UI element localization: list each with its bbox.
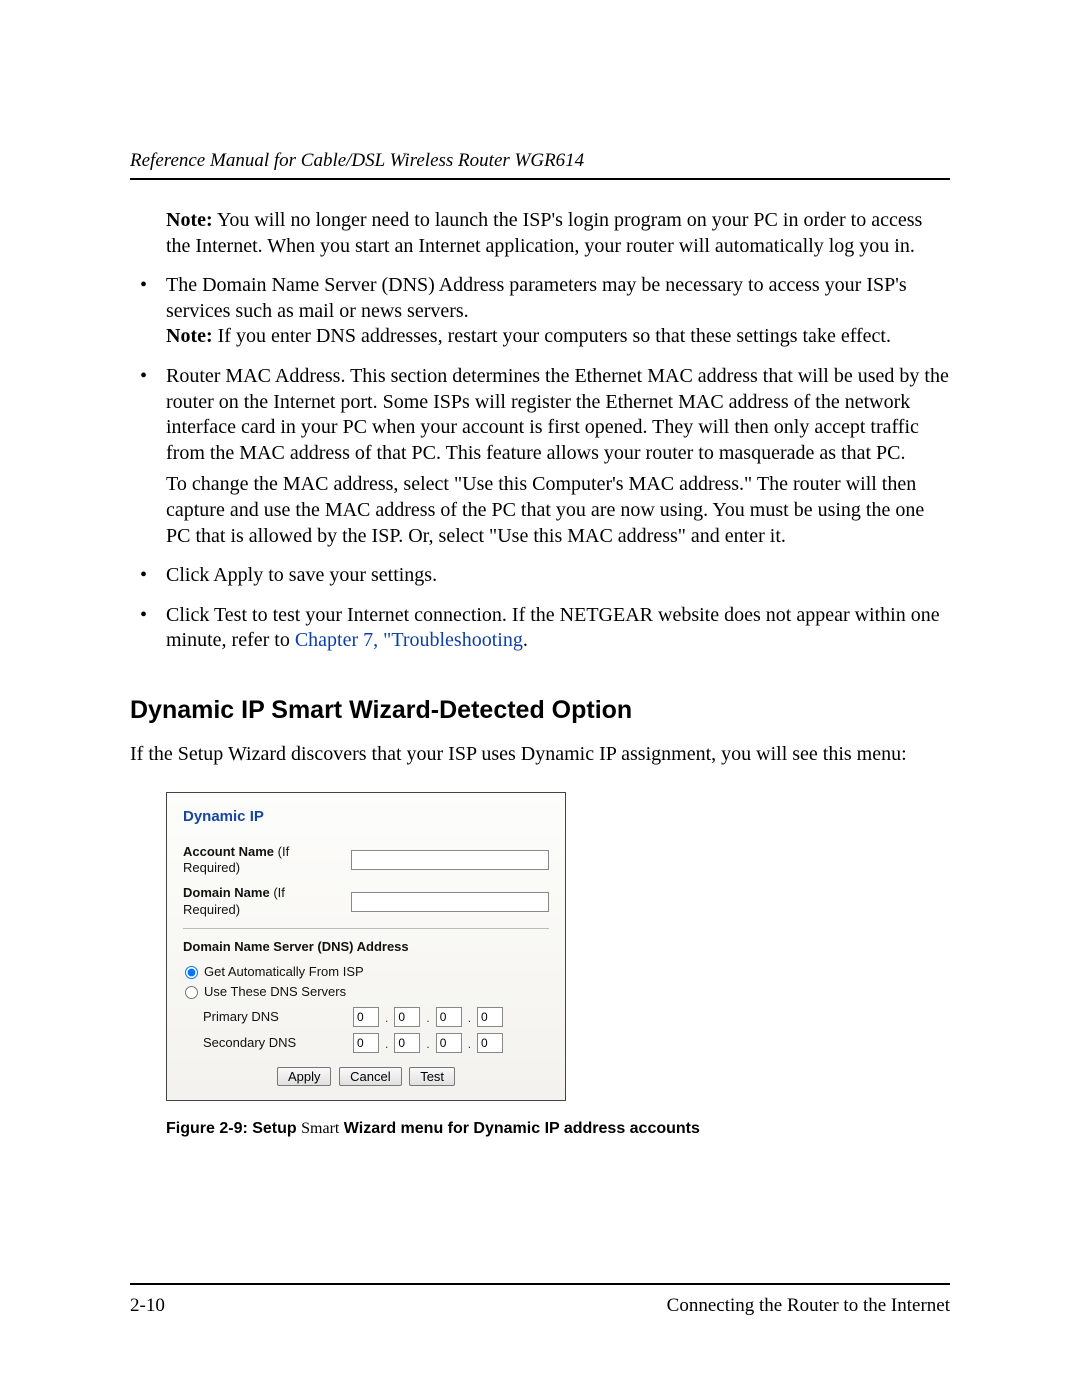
dns-manual-radio[interactable]: [185, 986, 198, 999]
caption-mid: Smart: [301, 1120, 339, 1137]
primary-dns-octet-2[interactable]: [394, 1007, 420, 1027]
list-item: The Domain Name Server (DNS) Address par…: [130, 273, 950, 350]
primary-dns-octet-1[interactable]: [353, 1007, 379, 1027]
dns-manual-row[interactable]: Use These DNS Servers: [185, 984, 549, 1001]
domain-name-input[interactable]: [351, 892, 549, 912]
dns-auto-row[interactable]: Get Automatically From ISP: [185, 964, 549, 981]
bullet-list: The Domain Name Server (DNS) Address par…: [130, 273, 950, 654]
panel-title: Dynamic IP: [183, 807, 549, 826]
chapter-title: Connecting the Router to the Internet: [667, 1295, 950, 1317]
dot-icon: .: [426, 1037, 429, 1053]
section-heading: Dynamic IP Smart Wizard-Detected Option: [130, 694, 950, 726]
list-text: Click Test to test your Internet connect…: [166, 604, 940, 652]
note-paragraph: Note: You will no longer need to launch …: [130, 208, 950, 259]
apply-button[interactable]: Apply: [277, 1067, 332, 1086]
dns-heading: Domain Name Server (DNS) Address: [183, 939, 549, 956]
primary-dns-label: Primary DNS: [203, 1009, 353, 1026]
running-header: Reference Manual for Cable/DSL Wireless …: [130, 150, 950, 172]
footer-rule: [130, 1283, 950, 1285]
note-text: You will no longer need to launch the IS…: [166, 209, 922, 257]
caption-suffix: Wizard menu for Dynamic IP address accou…: [339, 1120, 700, 1137]
list-text: .: [523, 629, 528, 651]
secondary-dns-label: Secondary DNS: [203, 1035, 353, 1052]
body-content: Note: You will no longer need to launch …: [130, 208, 950, 1140]
note-text: If you enter DNS addresses, restart your…: [213, 325, 891, 347]
list-item: Click Apply to save your settings.: [130, 563, 950, 589]
note-label: Note:: [166, 209, 213, 231]
figure-caption: Figure 2-9: Setup Smart Wizard menu for …: [166, 1119, 950, 1139]
troubleshooting-link[interactable]: Chapter 7, "Troubleshooting: [295, 629, 523, 651]
panel-buttons: Apply Cancel Test: [183, 1067, 549, 1086]
list-item: Router MAC Address. This section determi…: [130, 364, 950, 549]
secondary-dns-octet-3[interactable]: [436, 1033, 462, 1053]
dot-icon: .: [468, 1011, 471, 1027]
dns-auto-label: Get Automatically From ISP: [204, 964, 364, 981]
secondary-dns-octet-1[interactable]: [353, 1033, 379, 1053]
dot-icon: .: [468, 1037, 471, 1053]
figure-wrapper: Dynamic IP Account Name (If Required) Do…: [166, 792, 950, 1140]
test-button[interactable]: Test: [409, 1067, 455, 1086]
dot-icon: .: [385, 1037, 388, 1053]
domain-name-label: Domain Name (If Required): [183, 885, 343, 918]
panel-separator: [183, 928, 549, 929]
primary-dns-row: Primary DNS . . .: [203, 1007, 549, 1027]
section-intro: If the Setup Wizard discovers that your …: [130, 742, 950, 768]
document-page: Reference Manual for Cable/DSL Wireless …: [0, 0, 1080, 1397]
primary-dns-octet-4[interactable]: [477, 1007, 503, 1027]
list-text: Router MAC Address. This section determi…: [166, 365, 949, 464]
domain-name-row: Domain Name (If Required): [183, 885, 549, 918]
primary-dns-octets: . . .: [353, 1007, 503, 1027]
note-label: Note:: [166, 325, 213, 347]
dynamic-ip-panel: Dynamic IP Account Name (If Required) Do…: [166, 792, 566, 1102]
account-name-input[interactable]: [351, 850, 549, 870]
cancel-button[interactable]: Cancel: [339, 1067, 401, 1086]
dot-icon: .: [426, 1011, 429, 1027]
secondary-dns-octet-2[interactable]: [394, 1033, 420, 1053]
list-text: Click Apply to save your settings.: [166, 564, 437, 586]
list-text: The Domain Name Server (DNS) Address par…: [166, 274, 907, 322]
list-item: Click Test to test your Internet connect…: [130, 603, 950, 654]
list-text: To change the MAC address, select "Use t…: [166, 473, 924, 546]
header-rule: [130, 178, 950, 180]
dns-manual-label: Use These DNS Servers: [204, 984, 346, 1001]
primary-dns-octet-3[interactable]: [436, 1007, 462, 1027]
secondary-dns-octets: . . .: [353, 1033, 503, 1053]
secondary-dns-row: Secondary DNS . . .: [203, 1033, 549, 1053]
account-name-label: Account Name (If Required): [183, 844, 343, 877]
label-bold: Domain Name: [183, 885, 270, 900]
dns-auto-radio[interactable]: [185, 966, 198, 979]
dot-icon: .: [385, 1011, 388, 1027]
label-bold: Account Name: [183, 844, 274, 859]
caption-prefix: Figure 2-9: Setup: [166, 1120, 301, 1137]
secondary-dns-octet-4[interactable]: [477, 1033, 503, 1053]
page-number: 2-10: [130, 1295, 165, 1317]
account-name-row: Account Name (If Required): [183, 844, 549, 877]
page-footer: 2-10 Connecting the Router to the Intern…: [130, 1283, 950, 1317]
